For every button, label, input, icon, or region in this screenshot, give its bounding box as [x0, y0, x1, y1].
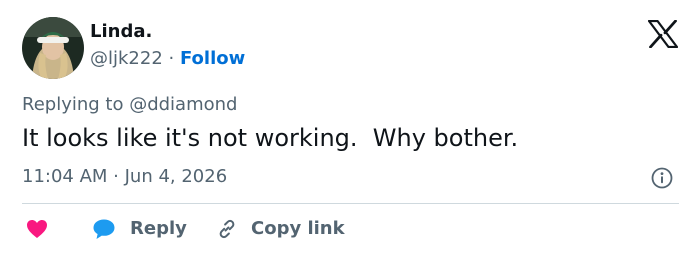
- reply-label: Reply: [130, 218, 187, 239]
- tweet-timestamp[interactable]: 11:04 AM · Jun 4, 2026: [22, 165, 227, 189]
- handle-separator: ·: [162, 48, 180, 69]
- copy-link-button[interactable]: Copy link: [215, 215, 345, 243]
- heart-icon: [27, 220, 47, 238]
- reply-button[interactable]: Reply: [92, 215, 187, 243]
- display-name[interactable]: Linda.: [90, 20, 152, 44]
- user-handle[interactable]: @ljk222: [90, 48, 163, 69]
- replying-to-handle[interactable]: @ddiamond: [129, 94, 237, 115]
- speech-bubble-icon: [93, 219, 115, 239]
- x-logo-icon[interactable]: [647, 19, 679, 49]
- info-icon[interactable]: [651, 167, 673, 189]
- replying-prefix: Replying to: [22, 94, 130, 115]
- avatar[interactable]: [22, 17, 84, 79]
- link-icon: [219, 219, 235, 239]
- divider: [22, 203, 679, 204]
- tweet-text: It looks like it's not working. Why both…: [22, 124, 519, 152]
- copy-link-label: Copy link: [251, 218, 345, 239]
- replying-to: Replying to @ddiamond: [22, 93, 237, 117]
- like-button[interactable]: [26, 215, 48, 243]
- handle-row: @ljk222 · Follow: [90, 47, 245, 71]
- follow-button[interactable]: Follow: [180, 48, 245, 69]
